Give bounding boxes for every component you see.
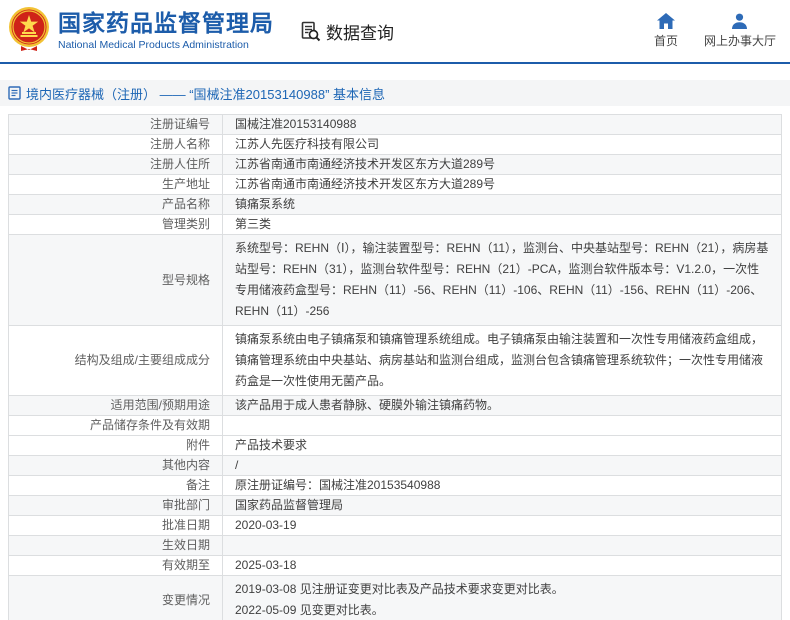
org-title-block: 国家药品监督管理局 National Medical Products Admi… bbox=[58, 11, 274, 50]
org-name-en: National Medical Products Administration bbox=[58, 39, 274, 51]
table-row: 其他内容/ bbox=[9, 456, 782, 476]
row-value: 2019-03-08 见注册证变更对比表及产品技术要求变更对比表。 2022-0… bbox=[223, 576, 782, 620]
row-label: 产品储存条件及有效期 bbox=[9, 416, 223, 436]
row-label: 有效期至 bbox=[9, 556, 223, 576]
table-row: 批准日期2020-03-19 bbox=[9, 516, 782, 536]
nav-item-service-hall[interactable]: 网上办事大厅 bbox=[704, 13, 776, 49]
row-label: 结构及组成/主要组成成分 bbox=[9, 326, 223, 396]
row-label: 型号规格 bbox=[9, 235, 223, 326]
row-label: 批准日期 bbox=[9, 516, 223, 536]
row-value: 系统型号：REHN（Ⅰ），输注装置型号：REHN（11），监测台、中央基站型号：… bbox=[223, 235, 782, 326]
table-row: 生产地址江苏省南通市南通经济技术开发区东方大道289号 bbox=[9, 175, 782, 195]
row-value: 2025-03-18 bbox=[223, 556, 782, 576]
row-label: 注册证编号 bbox=[9, 115, 223, 135]
page-icon bbox=[8, 86, 21, 100]
breadcrumb-text: 境内医疗器械（注册） —— “国械注准20153140988” 基本信息 bbox=[26, 84, 385, 103]
nav-service-hall-label: 网上办事大厅 bbox=[704, 32, 776, 49]
row-value: 镇痛泵系统由电子镇痛泵和镇痛管理系统组成。电子镇痛泵由输注装置和一次性专用储液药… bbox=[223, 326, 782, 396]
row-value: 江苏人先医疗科技有限公司 bbox=[223, 135, 782, 155]
table-row: 注册人名称江苏人先医疗科技有限公司 bbox=[9, 135, 782, 155]
data-query-label: 数据查询 bbox=[326, 19, 394, 44]
row-value: 镇痛泵系统 bbox=[223, 195, 782, 215]
row-value: 产品技术要求 bbox=[223, 436, 782, 456]
data-query-tab[interactable]: 数据查询 bbox=[300, 19, 394, 44]
row-label: 审批部门 bbox=[9, 496, 223, 516]
national-emblem-icon bbox=[8, 6, 50, 52]
site-header: 国家药品监督管理局 National Medical Products Admi… bbox=[0, 0, 790, 64]
national-emblem-logo[interactable] bbox=[8, 6, 50, 57]
document-search-icon bbox=[300, 21, 321, 42]
row-label: 备注 bbox=[9, 476, 223, 496]
table-row: 审批部门国家药品监督管理局 bbox=[9, 496, 782, 516]
table-row: 备注原注册证编号：国械注准20153540988 bbox=[9, 476, 782, 496]
row-label: 管理类别 bbox=[9, 215, 223, 235]
row-label: 产品名称 bbox=[9, 195, 223, 215]
org-name-cn: 国家药品监督管理局 bbox=[58, 11, 274, 36]
table-row: 注册人住所江苏省南通市南通经济技术开发区东方大道289号 bbox=[9, 155, 782, 175]
user-icon bbox=[731, 13, 748, 29]
table-row: 管理类别第三类 bbox=[9, 215, 782, 235]
row-label: 适用范围/预期用途 bbox=[9, 396, 223, 416]
header-nav: 首页 网上办事大厅 bbox=[654, 13, 776, 49]
row-value bbox=[223, 416, 782, 436]
row-value: 国家药品监督管理局 bbox=[223, 496, 782, 516]
home-icon bbox=[657, 13, 675, 29]
row-label: 附件 bbox=[9, 436, 223, 456]
row-value: 国械注准20153140988 bbox=[223, 115, 782, 135]
registration-detail-section: 注册证编号国械注准20153140988注册人名称江苏人先医疗科技有限公司注册人… bbox=[0, 106, 790, 620]
row-value: 江苏省南通市南通经济技术开发区东方大道289号 bbox=[223, 175, 782, 195]
table-row: 生效日期 bbox=[9, 536, 782, 556]
nav-home-label: 首页 bbox=[654, 32, 678, 49]
row-label: 注册人住所 bbox=[9, 155, 223, 175]
table-row: 附件产品技术要求 bbox=[9, 436, 782, 456]
row-value: 江苏省南通市南通经济技术开发区东方大道289号 bbox=[223, 155, 782, 175]
row-value: 原注册证编号：国械注准20153540988 bbox=[223, 476, 782, 496]
row-label: 变更情况 bbox=[9, 576, 223, 620]
table-row: 型号规格系统型号：REHN（Ⅰ），输注装置型号：REHN（11），监测台、中央基… bbox=[9, 235, 782, 326]
table-row: 变更情况2019-03-08 见注册证变更对比表及产品技术要求变更对比表。 20… bbox=[9, 576, 782, 620]
table-row: 产品名称镇痛泵系统 bbox=[9, 195, 782, 215]
detail-table-body: 注册证编号国械注准20153140988注册人名称江苏人先医疗科技有限公司注册人… bbox=[9, 115, 782, 620]
row-value bbox=[223, 536, 782, 556]
row-label: 生产地址 bbox=[9, 175, 223, 195]
table-row: 结构及组成/主要组成成分镇痛泵系统由电子镇痛泵和镇痛管理系统组成。电子镇痛泵由输… bbox=[9, 326, 782, 396]
row-label: 生效日期 bbox=[9, 536, 223, 556]
table-row: 有效期至2025-03-18 bbox=[9, 556, 782, 576]
nav-item-home[interactable]: 首页 bbox=[654, 13, 678, 49]
row-value: / bbox=[223, 456, 782, 476]
table-row: 适用范围/预期用途该产品用于成人患者静脉、硬膜外输注镇痛药物。 bbox=[9, 396, 782, 416]
registration-detail-table: 注册证编号国械注准20153140988注册人名称江苏人先医疗科技有限公司注册人… bbox=[8, 114, 782, 620]
row-value: 第三类 bbox=[223, 215, 782, 235]
row-value: 2020-03-19 bbox=[223, 516, 782, 536]
row-label: 其他内容 bbox=[9, 456, 223, 476]
table-row: 注册证编号国械注准20153140988 bbox=[9, 115, 782, 135]
row-label: 注册人名称 bbox=[9, 135, 223, 155]
row-value: 该产品用于成人患者静脉、硬膜外输注镇痛药物。 bbox=[223, 396, 782, 416]
breadcrumb: 境内医疗器械（注册） —— “国械注准20153140988” 基本信息 bbox=[0, 80, 790, 106]
table-row: 产品储存条件及有效期 bbox=[9, 416, 782, 436]
